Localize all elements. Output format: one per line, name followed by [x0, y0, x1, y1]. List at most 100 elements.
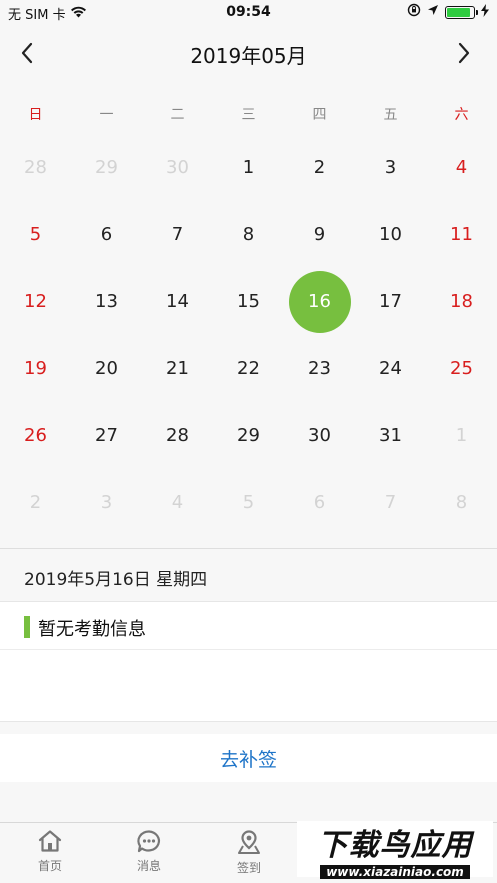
- tab-label: 首页: [37, 859, 62, 873]
- calendar-day[interactable]: 4: [426, 134, 497, 201]
- record-marker: [24, 616, 30, 638]
- tab-home[interactable]: 首页: [20, 829, 80, 874]
- day-number: 21: [166, 358, 189, 379]
- day-number: 16: [288, 270, 351, 333]
- calendar-day[interactable]: 29: [71, 134, 142, 201]
- calendar-day[interactable]: 13: [71, 268, 142, 335]
- calendar-day[interactable]: 25: [426, 335, 497, 402]
- calendar-day[interactable]: 8: [213, 201, 284, 268]
- selected-date-bar: 2019年5月16日 星期四: [0, 548, 497, 602]
- calendar-day[interactable]: 1: [426, 402, 497, 469]
- calendar-day[interactable]: 8: [426, 469, 497, 536]
- calendar-header: 2019年05月: [0, 26, 497, 82]
- day-number: 24: [379, 358, 402, 379]
- day-number: 29: [95, 157, 118, 178]
- day-number: 15: [237, 291, 260, 312]
- day-number: 2: [313, 157, 326, 178]
- calendar-day[interactable]: 12: [0, 268, 71, 335]
- day-number: 25: [450, 358, 473, 379]
- day-number: 7: [384, 492, 397, 513]
- day-number: 31: [379, 425, 402, 446]
- calendar-day[interactable]: 10: [355, 201, 426, 268]
- battery-icon: [445, 5, 478, 19]
- calendar-week-row: 5 6 7 8 9 10 11: [0, 201, 497, 268]
- weekday-label: 日: [28, 107, 43, 123]
- attendance-records: 暂无考勤信息: [0, 602, 497, 722]
- calendar-day[interactable]: 15: [213, 268, 284, 335]
- calendar-day[interactable]: 18: [426, 268, 497, 335]
- tab-messages[interactable]: 消息: [119, 829, 179, 874]
- weekday-label: 五: [383, 107, 398, 123]
- day-number: 5: [29, 224, 42, 245]
- calendar-day[interactable]: 5: [0, 201, 71, 268]
- day-number: 30: [166, 157, 189, 178]
- calendar-day[interactable]: 1: [213, 134, 284, 201]
- day-number: 2: [29, 492, 42, 513]
- calendar-day[interactable]: 14: [142, 268, 213, 335]
- watermark-main: 下载鸟应用: [317, 827, 473, 863]
- day-number: 26: [24, 425, 47, 446]
- calendar-day[interactable]: 28: [142, 402, 213, 469]
- calendar-day[interactable]: 9: [284, 201, 355, 268]
- tab-checkin[interactable]: 签到: [219, 829, 279, 876]
- day-number: 3: [384, 157, 397, 178]
- tab-label: 签到: [236, 861, 261, 875]
- calendar-grid: 28 29 30 1 2 3 4 5 6 7 8 9 10 11 12 13 14 15 16 17 18 19 20 21 2…: [0, 134, 497, 536]
- calendar-day[interactable]: 7: [142, 201, 213, 268]
- watermark-url: www.xiazainiao.com: [320, 864, 470, 879]
- calendar-day[interactable]: 5: [213, 469, 284, 536]
- calendar-day[interactable]: 30: [142, 134, 213, 201]
- location-pin-icon: [238, 830, 260, 854]
- day-number: 22: [237, 358, 260, 379]
- calendar-day[interactable]: 3: [355, 134, 426, 201]
- calendar-day[interactable]: 31: [355, 402, 426, 469]
- calendar-day[interactable]: 29: [213, 402, 284, 469]
- calendar-day[interactable]: 6: [71, 201, 142, 268]
- calendar-day[interactable]: 24: [355, 335, 426, 402]
- calendar-day[interactable]: 23: [284, 335, 355, 402]
- next-month-button[interactable]: [449, 38, 479, 68]
- calendar-day[interactable]: 30: [284, 402, 355, 469]
- day-number: 14: [166, 291, 189, 312]
- calendar-day[interactable]: 3: [71, 469, 142, 536]
- calendar-week-row: 12 13 14 15 16 17 18: [0, 268, 497, 335]
- day-number: 7: [171, 224, 184, 245]
- day-number: 27: [95, 425, 118, 446]
- calendar-day[interactable]: 2: [0, 469, 71, 536]
- calendar-day[interactable]: 7: [355, 469, 426, 536]
- day-number: 29: [237, 425, 260, 446]
- day-number: 30: [308, 425, 331, 446]
- calendar-day[interactable]: 20: [71, 335, 142, 402]
- list-item: 暂无考勤信息: [0, 602, 497, 650]
- calendar-day[interactable]: 27: [71, 402, 142, 469]
- calendar-day[interactable]: 2: [284, 134, 355, 201]
- day-number: 6: [100, 224, 113, 245]
- day-number: 1: [455, 425, 468, 446]
- calendar-day[interactable]: 26: [0, 402, 71, 469]
- day-number: 1: [242, 157, 255, 178]
- location-icon: [427, 4, 439, 20]
- calendar-day[interactable]: 28: [0, 134, 71, 201]
- calendar-day[interactable]: 19: [0, 335, 71, 402]
- empty-records-label: 暂无考勤信息: [38, 619, 146, 640]
- day-number: 13: [95, 291, 118, 312]
- calendar-day[interactable]: 6: [284, 469, 355, 536]
- calendar-day[interactable]: 22: [213, 335, 284, 402]
- day-number: 28: [24, 157, 47, 178]
- day-number: 5: [242, 492, 255, 513]
- day-number: 12: [24, 291, 47, 312]
- make-up-sign-button[interactable]: 去补签: [220, 745, 277, 772]
- day-number: 23: [308, 358, 331, 379]
- calendar-week-row: 28 29 30 1 2 3 4: [0, 134, 497, 201]
- calendar-day[interactable]: 17: [355, 268, 426, 335]
- calendar-week-row: 19 20 21 22 23 24 25: [0, 335, 497, 402]
- day-number: 3: [100, 492, 113, 513]
- weekday-label: 三: [241, 107, 256, 123]
- day-number: 8: [455, 492, 468, 513]
- chevron-right-icon: [458, 42, 470, 64]
- calendar-day[interactable]: 21: [142, 335, 213, 402]
- calendar-day[interactable]: 11: [426, 201, 497, 268]
- calendar-day-selected[interactable]: 16: [284, 268, 355, 335]
- calendar-day[interactable]: 4: [142, 469, 213, 536]
- home-icon: [38, 830, 62, 852]
